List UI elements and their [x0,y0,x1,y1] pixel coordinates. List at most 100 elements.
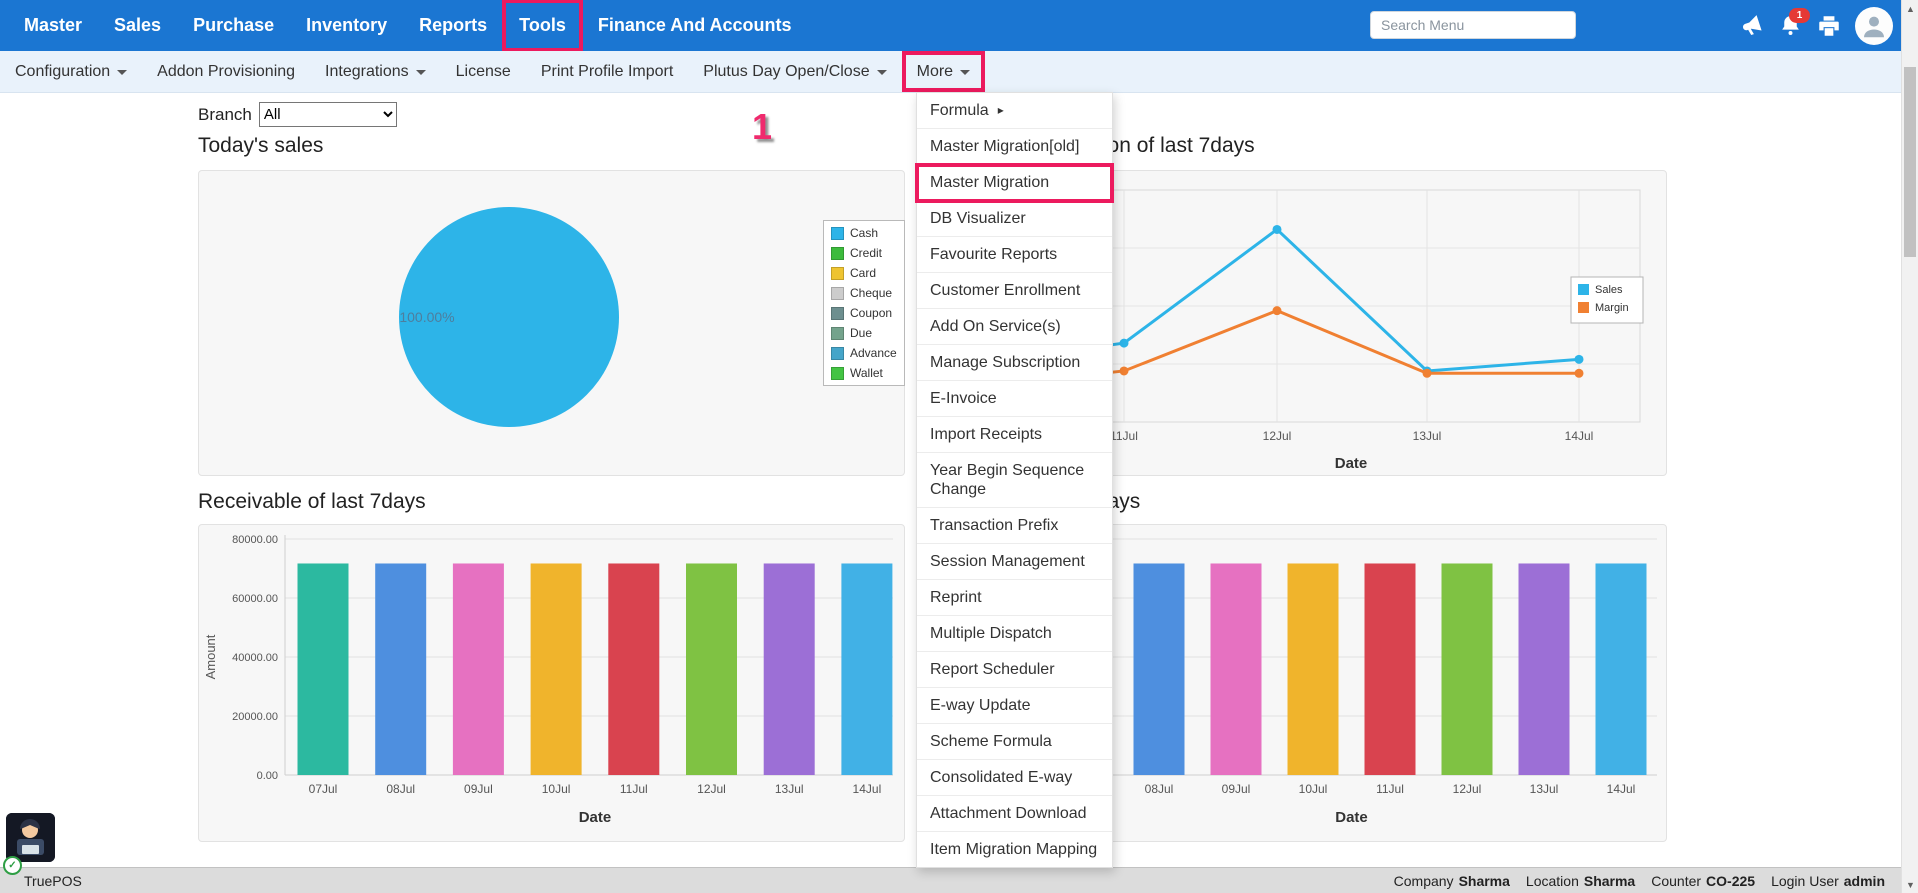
svg-text:13Jul: 13Jul [775,782,804,796]
subnav-item-print-profile-import[interactable]: Print Profile Import [526,51,688,92]
status-label: Location [1526,873,1579,889]
nav-item-tools[interactable]: Tools [503,0,582,51]
branch-label: Branch [198,105,252,125]
legend-item-due[interactable]: Due [831,326,897,340]
subnav-item-label: Integrations [325,63,409,81]
print-icon[interactable] [1816,13,1842,39]
dropdown-item-session-management[interactable]: Session Management [917,544,1112,580]
dropdown-item-item-migration-mapping[interactable]: Item Migration Mapping [917,832,1112,867]
svg-text:10Jul: 10Jul [1299,782,1328,796]
legend-item-cash[interactable]: Cash [831,226,897,240]
status-value: Sharma [1459,873,1510,889]
status-value: CO-225 [1706,873,1755,889]
legend-swatch [831,327,844,340]
brand-label: TruePOS [24,873,82,889]
dropdown-item-label: Master Migration[old] [930,137,1079,156]
subnav-item-license[interactable]: License [441,51,526,92]
subnav-item-more[interactable]: More [902,51,985,92]
dropdown-item-e-way-update[interactable]: E-way Update [917,688,1112,724]
subnav-item-addon-provisioning[interactable]: Addon Provisioning [142,51,310,92]
legend-swatch [831,267,844,280]
svg-text:20000.00: 20000.00 [232,711,278,723]
status-info: CompanySharmaLocationSharmaCounterCO-225… [1394,873,1885,889]
subnav-item-configuration[interactable]: Configuration [0,51,142,92]
legend-label: Advance [850,346,897,360]
dropdown-item-label: Master Migration [930,173,1049,192]
svg-text:Sales: Sales [1595,284,1623,296]
dropdown-item-manage-subscription[interactable]: Manage Subscription [917,345,1112,381]
dropdown-item-label: DB Visualizer [930,209,1026,228]
dropdown-item-reprint[interactable]: Reprint [917,580,1112,616]
subnav-item-integrations[interactable]: Integrations [310,51,441,92]
legend-label: Coupon [850,306,892,320]
dropdown-item-favourite-reports[interactable]: Favourite Reports [917,237,1112,273]
dropdown-item-master-migration-old[interactable]: Master Migration[old] [917,129,1112,165]
dropdown-item-formula[interactable]: Formula▸ [917,93,1112,129]
legend-item-card[interactable]: Card [831,266,897,280]
status-check-icon: ✓ [3,856,22,875]
dropdown-item-label: Item Migration Mapping [930,840,1097,859]
legend-item-coupon[interactable]: Coupon [831,306,897,320]
scrollbar-down-arrow[interactable]: ▼ [1902,876,1918,893]
nav-item-finance-and-accounts[interactable]: Finance And Accounts [582,0,808,51]
dropdown-item-db-visualizer[interactable]: DB Visualizer [917,201,1112,237]
status-label: Company [1394,873,1454,889]
svg-text:10Jul: 10Jul [542,782,571,796]
scrollbar-up-arrow[interactable]: ▲ [1902,0,1918,17]
branch-select[interactable]: All [259,102,397,127]
dropdown-item-customer-enrollment[interactable]: Customer Enrollment [917,273,1112,309]
dropdown-item-master-migration[interactable]: Master Migration [917,165,1112,201]
mascot-widget[interactable] [6,813,55,862]
chevron-down-icon [877,70,887,75]
todays-sales-title: Today's sales [198,134,323,158]
subnav-item-label: Addon Provisioning [157,63,295,81]
dropdown-item-add-on-service-s[interactable]: Add On Service(s) [917,309,1112,345]
dropdown-item-e-invoice[interactable]: E-Invoice [917,381,1112,417]
svg-text:Date: Date [1335,809,1368,826]
dropdown-item-label: Year Begin Sequence Change [930,461,1099,499]
subnav-item-plutus-day-open-close[interactable]: Plutus Day Open/Close [688,51,901,92]
receivable-title: Receivable of last 7days [198,490,426,514]
announcement-icon[interactable] [1738,13,1764,39]
dropdown-item-report-scheduler[interactable]: Report Scheduler [917,652,1112,688]
subnav-item-label: Configuration [15,63,110,81]
svg-text:Amount: Amount [203,634,218,679]
nav-item-inventory[interactable]: Inventory [290,0,403,51]
legend-item-credit[interactable]: Credit [831,246,897,260]
dropdown-item-import-receipts[interactable]: Import Receipts [917,417,1112,453]
svg-text:14Jul: 14Jul [1565,429,1594,443]
dropdown-item-consolidated-e-way[interactable]: Consolidated E-way [917,760,1112,796]
svg-text:13Jul: 13Jul [1530,782,1559,796]
top-nav-icons: 1 [1738,0,1893,51]
svg-text:14Jul: 14Jul [1607,782,1636,796]
nav-item-master[interactable]: Master [8,0,98,51]
status-location: LocationSharma [1526,873,1635,889]
search-input[interactable] [1370,11,1576,39]
user-avatar[interactable] [1855,7,1893,45]
dropdown-item-label: E-Invoice [930,389,997,408]
status-label: Login User [1771,873,1839,889]
dropdown-item-transaction-prefix[interactable]: Transaction Prefix [917,508,1112,544]
dropdown-item-label: Transaction Prefix [930,516,1058,535]
svg-text:09Jul: 09Jul [464,782,493,796]
dropdown-item-label: Multiple Dispatch [930,624,1052,643]
chevron-down-icon [117,70,127,75]
svg-text:0.00: 0.00 [257,770,278,782]
dropdown-item-attachment-download[interactable]: Attachment Download [917,796,1112,832]
legend-item-advance[interactable]: Advance [831,346,897,360]
svg-text:12Jul: 12Jul [1453,782,1482,796]
dropdown-item-year-begin-sequence-change[interactable]: Year Begin Sequence Change [917,453,1112,508]
nav-item-sales[interactable]: Sales [98,0,177,51]
svg-text:08Jul: 08Jul [1145,782,1174,796]
legend-item-cheque[interactable]: Cheque [831,286,897,300]
scrollbar-thumb[interactable] [1904,67,1916,257]
nav-item-reports[interactable]: Reports [403,0,503,51]
legend-item-wallet[interactable]: Wallet [831,366,897,380]
dropdown-item-multiple-dispatch[interactable]: Multiple Dispatch [917,616,1112,652]
svg-text:Date: Date [1335,455,1368,472]
legend-label: Wallet [850,366,883,380]
dropdown-item-scheme-formula[interactable]: Scheme Formula [917,724,1112,760]
notifications-bell-icon[interactable]: 1 [1777,13,1803,39]
nav-item-purchase[interactable]: Purchase [177,0,290,51]
svg-text:12Jul: 12Jul [697,782,726,796]
